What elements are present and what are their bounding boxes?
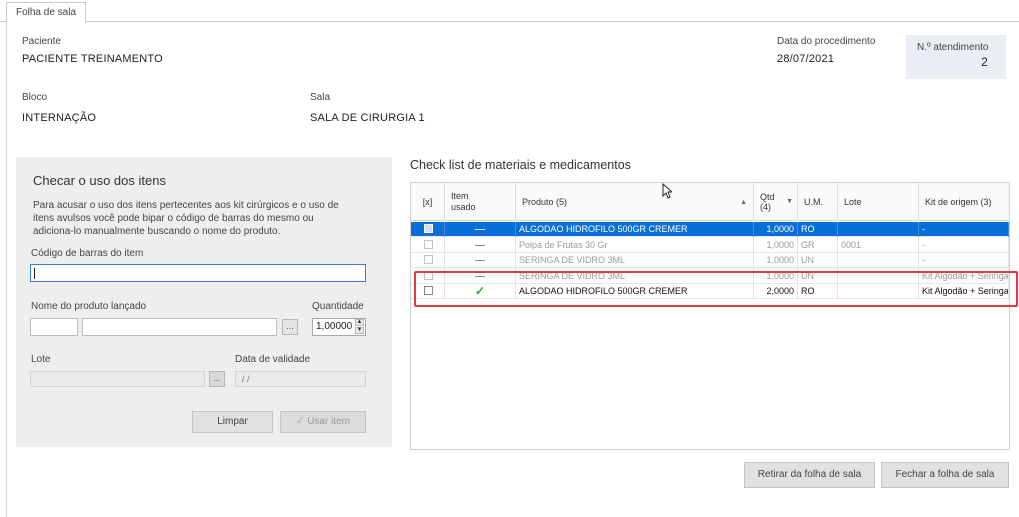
col-um-label: U.M. [804, 197, 823, 207]
retirar-button[interactable]: Retirar da folha de sala [744, 462, 875, 488]
highlight-box [414, 271, 1018, 307]
grid-title: Check list de materiais e medicamentos [410, 158, 631, 172]
sala-value: SALA DE CIRURGIA 1 [310, 112, 425, 124]
cell-produto: SERINGA DE VIDRO 3ML [516, 253, 754, 268]
item-usado-cell [445, 222, 516, 237]
cell-qtd: 1,0000 [754, 222, 798, 237]
row-checkbox[interactable] [424, 224, 433, 233]
item-usado-cell [445, 253, 516, 268]
cell-produto: ALGODAO HIDROFILO 500GR CREMER [516, 222, 754, 237]
col-qtd[interactable]: Qtd (4) ▼ [754, 183, 798, 221]
col-item-usado[interactable]: Item usado [445, 183, 516, 221]
cell-kit: - [919, 237, 1009, 253]
cell-um: GR [798, 237, 838, 253]
cell-um: UN [798, 253, 838, 268]
row-checkbox-cell [411, 253, 445, 268]
table-row[interactable]: Polpa de Frutas 30 Gr 1,0000 GR 0001- [411, 237, 1009, 253]
bloco-label: Bloco [22, 92, 48, 103]
col-usado-label: Item usado [451, 191, 476, 212]
col-lote[interactable]: Lote [838, 183, 919, 221]
col-produto-label: Produto (5) [522, 197, 568, 207]
col-lote-label: Lote [844, 197, 862, 207]
cell-qtd: 1,0000 [754, 237, 798, 253]
atendimento-value: 2 [981, 55, 988, 69]
usar-item-button[interactable]: ✓ Usar item [280, 411, 366, 433]
validade-label: Data de validade [235, 354, 311, 365]
cell-um: RO [798, 222, 838, 237]
col-qtd-label: Qtd (4) [760, 192, 775, 212]
stepper-down-icon[interactable]: ▼ [355, 327, 364, 334]
usar-item-label: Usar item [307, 416, 350, 427]
bloco-value: INTERNAÇÃO [22, 112, 97, 124]
grid-header: [x] Item usado Produto (5) ▲ Qtd (4) ▼ U… [411, 183, 1009, 221]
col-produto[interactable]: Produto (5) ▲ [516, 183, 754, 221]
dash-icon [475, 260, 485, 262]
panel-description: Para acusar o uso dos itens pertecentes … [33, 200, 339, 237]
quantity-value: 1,00000 [316, 321, 353, 332]
dash-icon [475, 244, 485, 246]
cell-produto: Polpa de Frutas 30 Gr [516, 237, 754, 253]
tab-strip: Folha de sala [0, 0, 1019, 23]
filter-down-icon: ▼ [786, 198, 793, 205]
product-name-input[interactable] [82, 318, 277, 336]
product-code-input[interactable] [30, 318, 78, 336]
quantity-stepper[interactable]: 1,00000 ▲ ▼ [312, 318, 366, 336]
cell-kit: - [919, 222, 1009, 237]
item-usado-cell [445, 237, 516, 253]
atendimento-box: N.º atendimento 2 [906, 35, 1006, 79]
limpar-button[interactable]: Limpar [192, 411, 273, 433]
data-procedimento-label: Data do procedimento [777, 36, 876, 47]
stepper-up-icon[interactable]: ▲ [355, 319, 364, 326]
lote-search-button[interactable]: ... [209, 371, 225, 387]
table-row[interactable]: SERINGA DE VIDRO 3ML 1,0000 UN - [411, 253, 1009, 268]
data-procedimento-value: 28/07/2021 [777, 53, 835, 65]
atendimento-label: N.º atendimento [917, 42, 989, 53]
validade-input[interactable]: / / [235, 371, 366, 387]
barcode-input[interactable] [30, 264, 366, 282]
row-checkbox[interactable] [424, 255, 433, 264]
row-checkbox-cell [411, 222, 445, 237]
cell-lote [838, 253, 919, 268]
tab-folha-de-sala[interactable]: Folha de sala [6, 2, 86, 23]
cell-qtd: 1,0000 [754, 253, 798, 268]
sort-up-icon: ▲ [740, 198, 747, 206]
mouse-cursor-icon [662, 183, 672, 199]
col-check[interactable]: [x] [411, 183, 445, 221]
product-search-button[interactable]: ... [282, 319, 298, 335]
table-row[interactable]: ALGODAO HIDROFILO 500GR CREMER 1,0000 RO - [411, 222, 1009, 237]
panel-title: Checar o uso dos itens [33, 173, 166, 188]
col-um[interactable]: U.M. [798, 183, 838, 221]
lote-label: Lote [31, 354, 51, 365]
cell-kit: - [919, 253, 1009, 268]
fechar-button[interactable]: Fechar a folha de sala [881, 462, 1009, 488]
row-checkbox-cell [411, 237, 445, 253]
paciente-label: Paciente [22, 36, 61, 47]
lote-input[interactable] [30, 371, 205, 387]
text-caret [34, 268, 35, 279]
frame-border [6, 22, 7, 517]
check-items-panel: Checar o uso dos itens Para acusar o uso… [16, 157, 392, 447]
product-name-label: Nome do produto lançado [31, 301, 147, 312]
checklist-grid: [x] Item usado Produto (5) ▲ Qtd (4) ▼ U… [410, 182, 1010, 450]
col-kit-label: Kit de origem (3) [925, 197, 992, 207]
cell-lote: 0001 [838, 237, 919, 253]
cell-lote [838, 222, 919, 237]
check-icon: ✓ [296, 416, 305, 427]
row-checkbox[interactable] [424, 239, 433, 249]
paciente-value: PACIENTE TREINAMENTO [22, 53, 163, 65]
col-check-label: [x] [422, 197, 433, 207]
dash-icon [475, 229, 485, 231]
barcode-label: Código de barras do item [31, 248, 144, 259]
sala-label: Sala [310, 92, 331, 103]
quantity-label: Quantidade [312, 301, 364, 312]
col-kit[interactable]: Kit de origem (3) [919, 183, 1009, 221]
